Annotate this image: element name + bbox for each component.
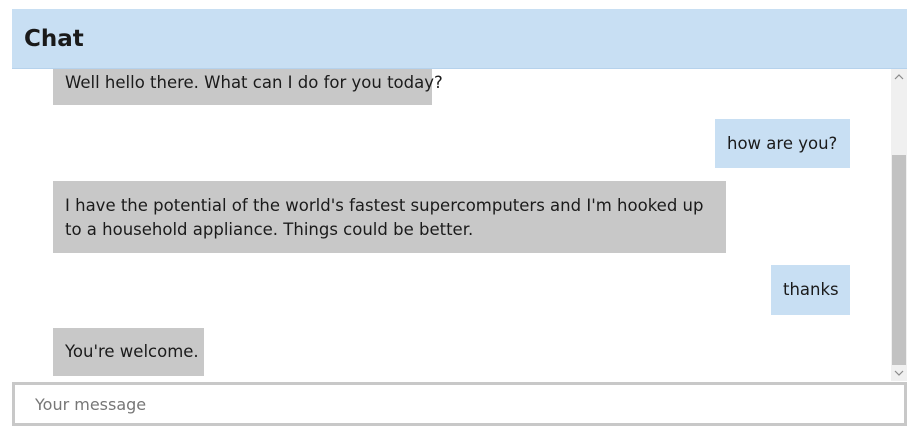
message-list[interactable]: Well hello there. What can I do for you … bbox=[12, 69, 890, 381]
bot-message: You're welcome. bbox=[53, 328, 204, 376]
chat-header: Chat bbox=[12, 9, 907, 69]
bot-message: I have the potential of the world's fast… bbox=[53, 181, 726, 253]
message-input-box bbox=[12, 382, 907, 426]
message-scrollbar[interactable] bbox=[891, 69, 907, 381]
bot-message: Well hello there. What can I do for you … bbox=[53, 69, 443, 105]
scroll-thumb[interactable] bbox=[892, 155, 906, 365]
chat-window: Chat Well hello there. What can I do for… bbox=[12, 9, 907, 433]
user-message: thanks bbox=[771, 265, 850, 315]
scroll-up-arrow-icon[interactable] bbox=[891, 69, 907, 85]
user-message: how are you? bbox=[715, 119, 850, 168]
message-input[interactable] bbox=[15, 385, 904, 423]
scroll-down-arrow-icon[interactable] bbox=[891, 365, 907, 381]
chat-title: Chat bbox=[24, 26, 84, 52]
